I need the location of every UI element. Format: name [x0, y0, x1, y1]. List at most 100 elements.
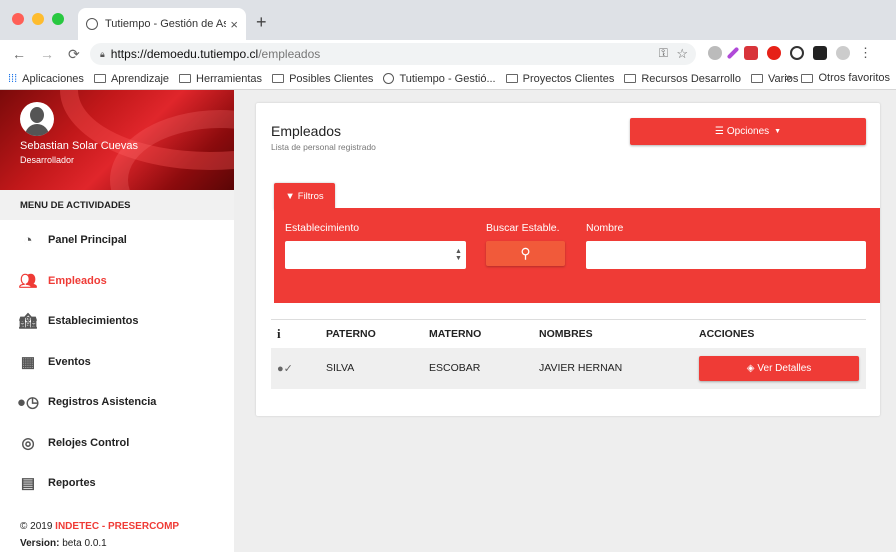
establecimiento-select[interactable]	[285, 241, 466, 269]
bookmark-folder[interactable]: Posibles Clientes	[272, 73, 373, 85]
angular-extension-icon[interactable]	[744, 46, 758, 60]
extension-icon[interactable]	[708, 46, 722, 60]
new-tab-button[interactable]: +	[256, 12, 267, 33]
bookmark-folder[interactable]: Recursos Desarrollo	[624, 73, 741, 85]
calendar-icon: ▦	[20, 353, 36, 371]
sidebar-item-establecimientos[interactable]: 🏫︎ Establecimientos	[0, 301, 234, 342]
options-button[interactable]: ☰ Opciones ▼	[630, 118, 866, 145]
folder-icon	[93, 74, 106, 83]
buscar-estable-label: Buscar Estable.	[486, 222, 560, 234]
folder-icon	[272, 74, 285, 83]
employees-card: Empleados Lista de personal registrado ☰…	[256, 103, 880, 416]
tutiempo-favicon-icon	[383, 73, 395, 84]
user-check-icon: ●✓	[277, 362, 293, 375]
search-icon: ⚲	[520, 245, 531, 261]
search-establishment-button[interactable]: ⚲	[486, 241, 565, 266]
other-bookmarks[interactable]: Otros favoritos	[818, 72, 890, 84]
sidebar-item-relojes-control[interactable]: ◎ Relojes Control	[0, 423, 234, 464]
filters-tab[interactable]: ▼ Filtros	[274, 183, 335, 210]
report-icon: ▤	[20, 475, 36, 493]
folder-icon	[179, 74, 192, 83]
sidebar-item-panel-principal[interactable]: ◔ Panel Principal	[0, 220, 234, 261]
bookmarks-bar: ⁞⁞⁞ Aplicaciones Aprendizaje Herramientas…	[0, 68, 896, 90]
folder-icon	[751, 74, 763, 83]
sidebar-item-label: Relojes Control	[48, 436, 130, 449]
cell-nombres: JAVIER HERNAN	[539, 347, 699, 389]
cell-materno: ESCOBAR	[429, 347, 539, 389]
close-window-button[interactable]	[12, 13, 24, 25]
profile-avatar-icon[interactable]	[836, 46, 850, 60]
filters-panel: Establecimiento Buscar Estable. Nombre ▲…	[274, 208, 880, 303]
fingerprint-icon: ◎	[21, 434, 35, 452]
tab-title: Tutiempo - Gestión de Asistenc	[105, 18, 227, 30]
apps-grid-icon: ⁞⁞⁞	[8, 72, 18, 85]
window-controls	[12, 13, 64, 25]
nombres-header: NOMBRES	[539, 319, 699, 348]
lock-icon: 🔒︎	[100, 48, 105, 59]
tab-close-icon[interactable]: ×	[230, 17, 238, 32]
materno-header: MATERNO	[429, 319, 539, 348]
view-details-button[interactable]: ◈ Ver Detalles	[699, 355, 859, 381]
sidebar-item-label: Panel Principal	[48, 234, 127, 247]
nombre-label: Nombre	[586, 222, 624, 234]
address-bar[interactable]: 🔒︎ https://demoedu.tutiempo.cl/empleados…	[90, 43, 696, 65]
browser-tabstrip: Tutiempo - Gestión de Asistenc × +	[0, 0, 896, 40]
bookmark-apps[interactable]: ⁞⁞⁞ Aplicaciones	[8, 73, 84, 85]
bookmark-tutiempo[interactable]: Tutiempo - Gestió...	[383, 73, 496, 85]
nombre-input[interactable]	[586, 241, 866, 269]
acciones-header: ACCIONES	[699, 319, 866, 348]
adblock-extension-icon[interactable]	[767, 46, 781, 60]
info-column-header: i	[271, 319, 326, 348]
menu-header: MENU DE ACTIVIDADES	[0, 190, 234, 220]
dashboard-icon: ◔	[23, 231, 33, 249]
sidebar-item-label: Eventos	[48, 355, 91, 368]
extensions-bar: ⋮	[708, 45, 872, 61]
pen-extension-icon[interactable]	[726, 46, 740, 60]
table-row: ●✓ SILVA ESCOBAR JAVIER HERNAN ◈ Ver Det…	[271, 347, 866, 389]
users-icon: 👥︎	[18, 272, 38, 290]
sidebar-item-empleados[interactable]: 👥︎ Empleados	[0, 261, 234, 302]
menu-kebab-icon[interactable]: ⋮	[859, 45, 872, 61]
establecimiento-label: Establecimiento	[285, 222, 360, 234]
user-name: Sebastian Solar Cuevas	[20, 140, 139, 152]
cell-paterno: SILVA	[326, 347, 429, 389]
avatar[interactable]	[20, 102, 54, 136]
forward-arrow-icon[interactable]: →	[40, 46, 54, 63]
browser-tab[interactable]: Tutiempo - Gestión de Asistenc ×	[78, 8, 246, 40]
sync-extension-icon[interactable]	[790, 46, 804, 60]
user-role: Desarrollador	[20, 155, 75, 165]
url-host: https://demoedu.tutiempo.cl	[110, 47, 259, 61]
sidebar-item-reportes[interactable]: ▤ Reportes	[0, 463, 234, 504]
folder-icon	[624, 74, 637, 83]
bookmark-folder[interactable]: Herramientas	[179, 73, 262, 85]
url-path: /empleados	[258, 47, 321, 61]
maximize-window-button[interactable]	[52, 13, 64, 25]
back-arrow-icon[interactable]: ←	[12, 46, 26, 63]
caret-down-icon: ▼	[774, 128, 782, 135]
sidebar-item-registros-asistencia[interactable]: ●◷ Registros Asistencia	[0, 382, 234, 423]
layers-icon: ◈	[746, 362, 755, 374]
minimize-window-button[interactable]	[32, 13, 44, 25]
footer-brand: INDETEC - PRESERCOMP	[55, 521, 180, 532]
reload-icon[interactable]: ⟳	[68, 46, 80, 63]
sidebar-item-label: Establecimientos	[48, 315, 139, 328]
sidebar-item-label: Empleados	[48, 274, 107, 287]
user-clock-icon: ●◷	[16, 394, 40, 412]
key-icon[interactable]: ⚿	[659, 46, 668, 61]
bookmark-folder[interactable]: Proyectos Clientes	[505, 73, 614, 85]
list-icon: ☰	[714, 126, 724, 137]
bookmark-star-icon[interactable]: ☆	[676, 46, 688, 62]
tutiempo-favicon-icon	[86, 18, 98, 30]
page-title: Empleados	[271, 123, 342, 139]
version-value: beta 0.0.1	[59, 538, 107, 549]
bookmark-folder[interactable]: Aprendizaje	[93, 73, 169, 85]
more-bookmarks-button[interactable]: »	[785, 72, 791, 84]
dev-extension-icon[interactable]	[813, 46, 827, 60]
sidebar-item-label: Registros Asistencia	[48, 396, 157, 409]
filter-icon: ▼	[285, 191, 295, 202]
sidebar: Sebastian Solar Cuevas Desarrollador MEN…	[0, 90, 234, 552]
page: Sebastian Solar Cuevas Desarrollador MEN…	[0, 90, 896, 552]
user-banner: Sebastian Solar Cuevas Desarrollador	[0, 90, 234, 190]
select-arrows-icon: ▲ ▼	[455, 248, 462, 262]
sidebar-item-eventos[interactable]: ▦ Eventos	[0, 342, 234, 383]
